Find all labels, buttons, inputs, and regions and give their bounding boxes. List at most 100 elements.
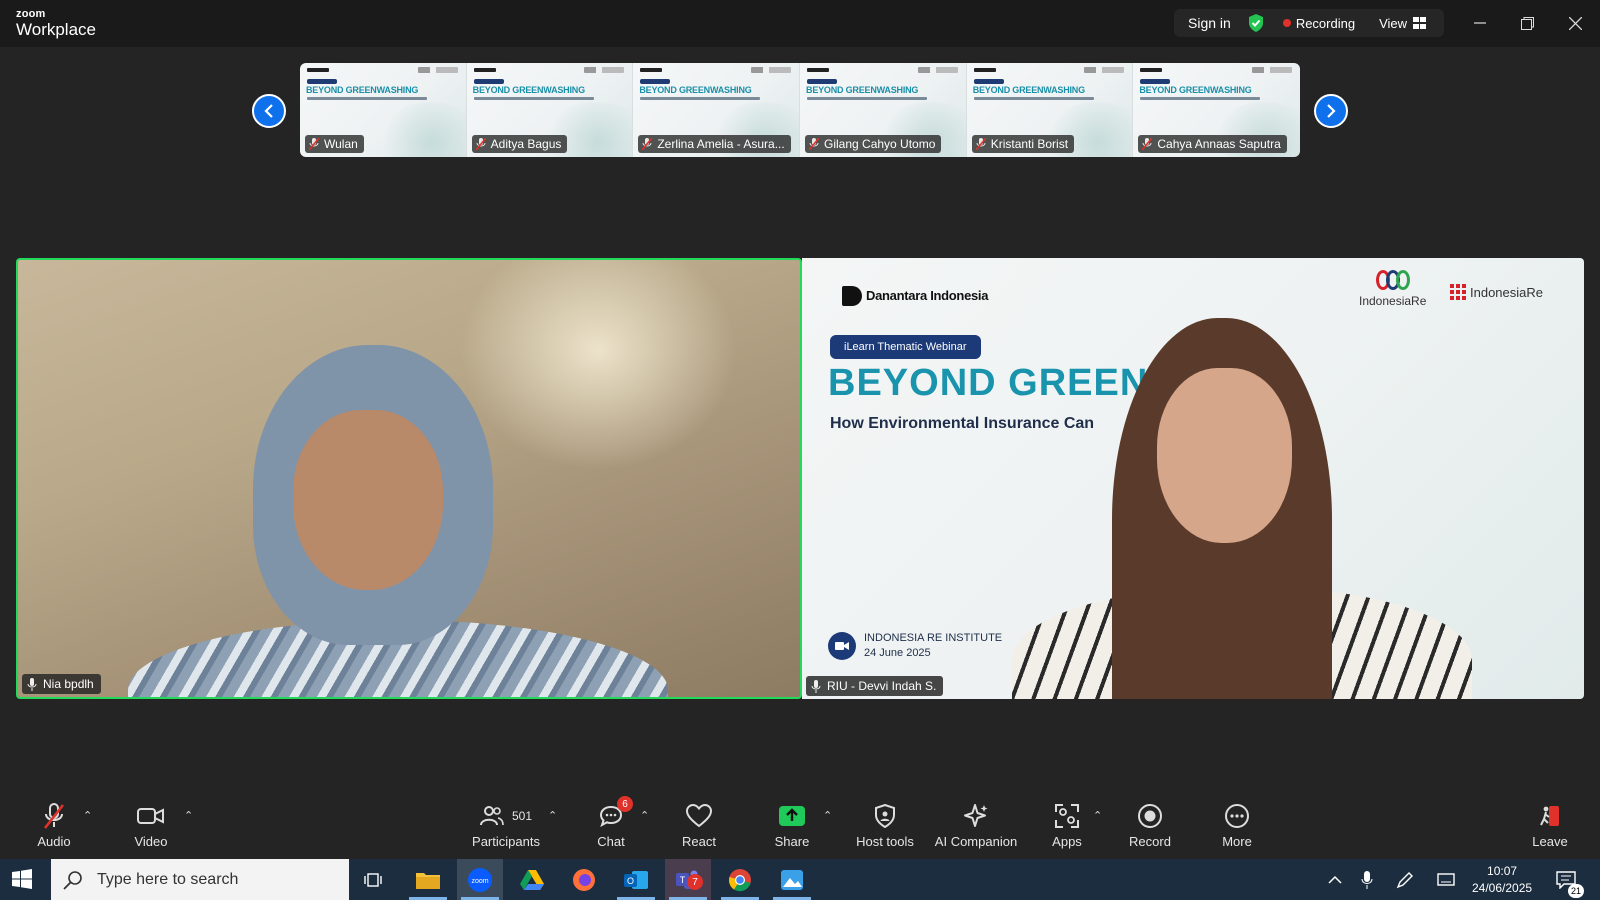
video-tile-active-speaker[interactable]: Nia bpdlh xyxy=(16,258,802,699)
leave-button[interactable]: Leave xyxy=(1505,801,1595,849)
windows-start-icon[interactable] xyxy=(12,869,32,889)
slide-chip xyxy=(640,79,671,84)
participant-thumbnail[interactable]: BEYOND GREENWASHING Zerlina Amelia - Asu… xyxy=(633,63,801,157)
zoom-app-icon: zoom xyxy=(468,867,492,892)
slide-decoration xyxy=(375,102,466,157)
slide-title: BEYOND GREENWASHING xyxy=(472,85,585,95)
muted-mic-icon xyxy=(309,138,319,150)
slide-logo-mark xyxy=(1084,67,1125,73)
chat-unread-badge: 6 xyxy=(617,796,633,812)
indonesia-re-institute-logo: IndonesiaRe xyxy=(1450,284,1543,300)
participant-thumbnail[interactable]: BEYOND GREENWASHING Cahya Annaas Saputra xyxy=(1133,63,1300,157)
react-button[interactable]: React xyxy=(654,801,744,849)
video-options-caret-icon[interactable]: ⌃ xyxy=(184,809,193,822)
participant-name-tag: Cahya Annaas Saputra xyxy=(1138,135,1287,153)
slide-title: BEYOND GREENWASHING xyxy=(1139,85,1252,95)
muted-mic-icon xyxy=(475,138,486,150)
muted-mic-icon xyxy=(975,138,986,150)
taskbar-file-explorer[interactable] xyxy=(405,859,451,900)
audio-options-caret-icon[interactable]: ⌃ xyxy=(83,809,92,822)
microphone-tray-button[interactable] xyxy=(1356,859,1378,900)
camera-icon xyxy=(828,632,856,660)
participant-name: Gilang Cahyo Utomo xyxy=(824,137,936,151)
taskbar-zoom[interactable]: zoom xyxy=(457,859,503,900)
participants-button[interactable]: 501 Participants xyxy=(451,801,561,849)
participant-name-tag: Aditya Bagus xyxy=(471,135,568,153)
slide-subtitle-line xyxy=(473,97,594,100)
slide-main-subtitle: How Environmental Insurance Can xyxy=(830,415,1095,432)
clock-time: 10:07 xyxy=(1487,864,1518,878)
participants-options-caret-icon[interactable]: ⌃ xyxy=(548,809,557,822)
host-tools-button[interactable]: Host tools xyxy=(840,801,930,849)
svg-text:zoom: zoom xyxy=(471,878,488,885)
participant-thumbnail[interactable]: BEYOND GREENWASHING Wulan xyxy=(300,63,467,157)
display-tray-button[interactable] xyxy=(1434,859,1458,900)
taskbar-outlook[interactable]: O xyxy=(613,859,659,900)
indonesia-re-logo: IndonesiaRe xyxy=(1359,270,1426,308)
slide-logo-mark xyxy=(473,68,496,72)
taskbar-teams[interactable]: T 7 xyxy=(665,859,711,900)
previous-page-button[interactable] xyxy=(252,94,286,128)
slide-logo-mark xyxy=(417,67,458,73)
video-label: Video xyxy=(134,834,168,849)
video-participant-name: Nia bpdlh xyxy=(43,677,94,691)
participant-thumbnail[interactable]: BEYOND GREENWASHING Gilang Cahyo Utomo xyxy=(800,63,967,157)
slide-subtitle-line xyxy=(807,97,928,100)
participant-name-tag: Kristanti Borist xyxy=(971,135,1075,153)
slide-footer: INDONESIA RE INSTITUTE 24 June 2025 xyxy=(828,631,1002,661)
slide-logo-mark xyxy=(584,67,625,73)
outlook-icon: O xyxy=(624,870,648,889)
video-name-tag: RIU - Devvi Indah S. xyxy=(806,676,944,696)
slide-subtitle-line xyxy=(1140,97,1261,100)
taskbar-google-drive[interactable] xyxy=(509,859,555,900)
taskbar-search-box[interactable]: Type here to search xyxy=(51,859,349,900)
share-screen-icon xyxy=(779,806,805,826)
slide-logo-mark xyxy=(1140,68,1163,72)
share-options-caret-icon[interactable]: ⌃ xyxy=(823,809,832,822)
slide-logo-mark xyxy=(807,68,830,72)
ai-companion-button[interactable]: AI Companion xyxy=(926,801,1026,849)
record-button[interactable]: Record xyxy=(1105,801,1195,849)
close-button[interactable] xyxy=(1564,12,1586,34)
encryption-shield-icon[interactable] xyxy=(1247,13,1265,33)
video-button[interactable]: Video xyxy=(106,801,196,849)
restore-icon xyxy=(1520,16,1534,30)
task-view-button[interactable] xyxy=(351,859,397,900)
mic-icon xyxy=(811,679,821,693)
heart-icon xyxy=(686,804,712,828)
pen-icon xyxy=(1396,871,1413,888)
taskbar-chrome[interactable] xyxy=(717,859,763,900)
taskbar-firefox[interactable] xyxy=(561,859,607,900)
minimize-button[interactable] xyxy=(1469,12,1491,34)
muted-mic-icon xyxy=(809,138,820,150)
slide-title: BEYOND GREENWASHING xyxy=(639,85,752,95)
taskbar-photos[interactable] xyxy=(769,859,815,900)
share-label: Share xyxy=(774,834,810,849)
show-hidden-icons-button[interactable] xyxy=(1322,859,1348,900)
slide-subtitle-line xyxy=(307,97,427,100)
participant-thumbnail[interactable]: BEYOND GREENWASHING Kristanti Borist xyxy=(966,63,1134,157)
restore-button[interactable] xyxy=(1516,12,1538,34)
slide-main-title: BEYOND GREEN xyxy=(828,362,1149,404)
ai-companion-label: AI Companion xyxy=(934,834,1018,849)
view-button[interactable]: View xyxy=(1379,16,1427,31)
chat-options-caret-icon[interactable]: ⌃ xyxy=(640,809,649,822)
pen-tray-button[interactable] xyxy=(1393,859,1417,900)
participant-thumbnail[interactable]: BEYOND GREENWASHING Aditya Bagus xyxy=(466,63,634,157)
participants-count: 501 xyxy=(511,809,533,823)
apps-options-caret-icon[interactable]: ⌃ xyxy=(1093,809,1102,822)
slide-title: BEYOND GREENWASHING xyxy=(972,85,1085,95)
recording-indicator[interactable]: Recording xyxy=(1282,16,1355,31)
slide-chip xyxy=(307,79,337,84)
sign-in-button[interactable]: Sign in xyxy=(1188,15,1231,31)
system-clock[interactable]: 10:07 24/06/2025 xyxy=(1472,863,1532,897)
more-icon xyxy=(1225,804,1249,828)
video-tile-presenter[interactable]: Danantara Indonesia IndonesiaRe Indonesi… xyxy=(802,258,1584,699)
apps-label: Apps xyxy=(1052,834,1082,849)
more-button[interactable]: More xyxy=(1192,801,1282,849)
microphone-icon xyxy=(1361,870,1373,889)
muted-mic-icon xyxy=(1142,138,1153,150)
next-page-button[interactable] xyxy=(1314,94,1348,128)
titlebar-controls: Sign in Recording View xyxy=(1174,9,1444,37)
teams-badge: 7 xyxy=(687,874,703,890)
